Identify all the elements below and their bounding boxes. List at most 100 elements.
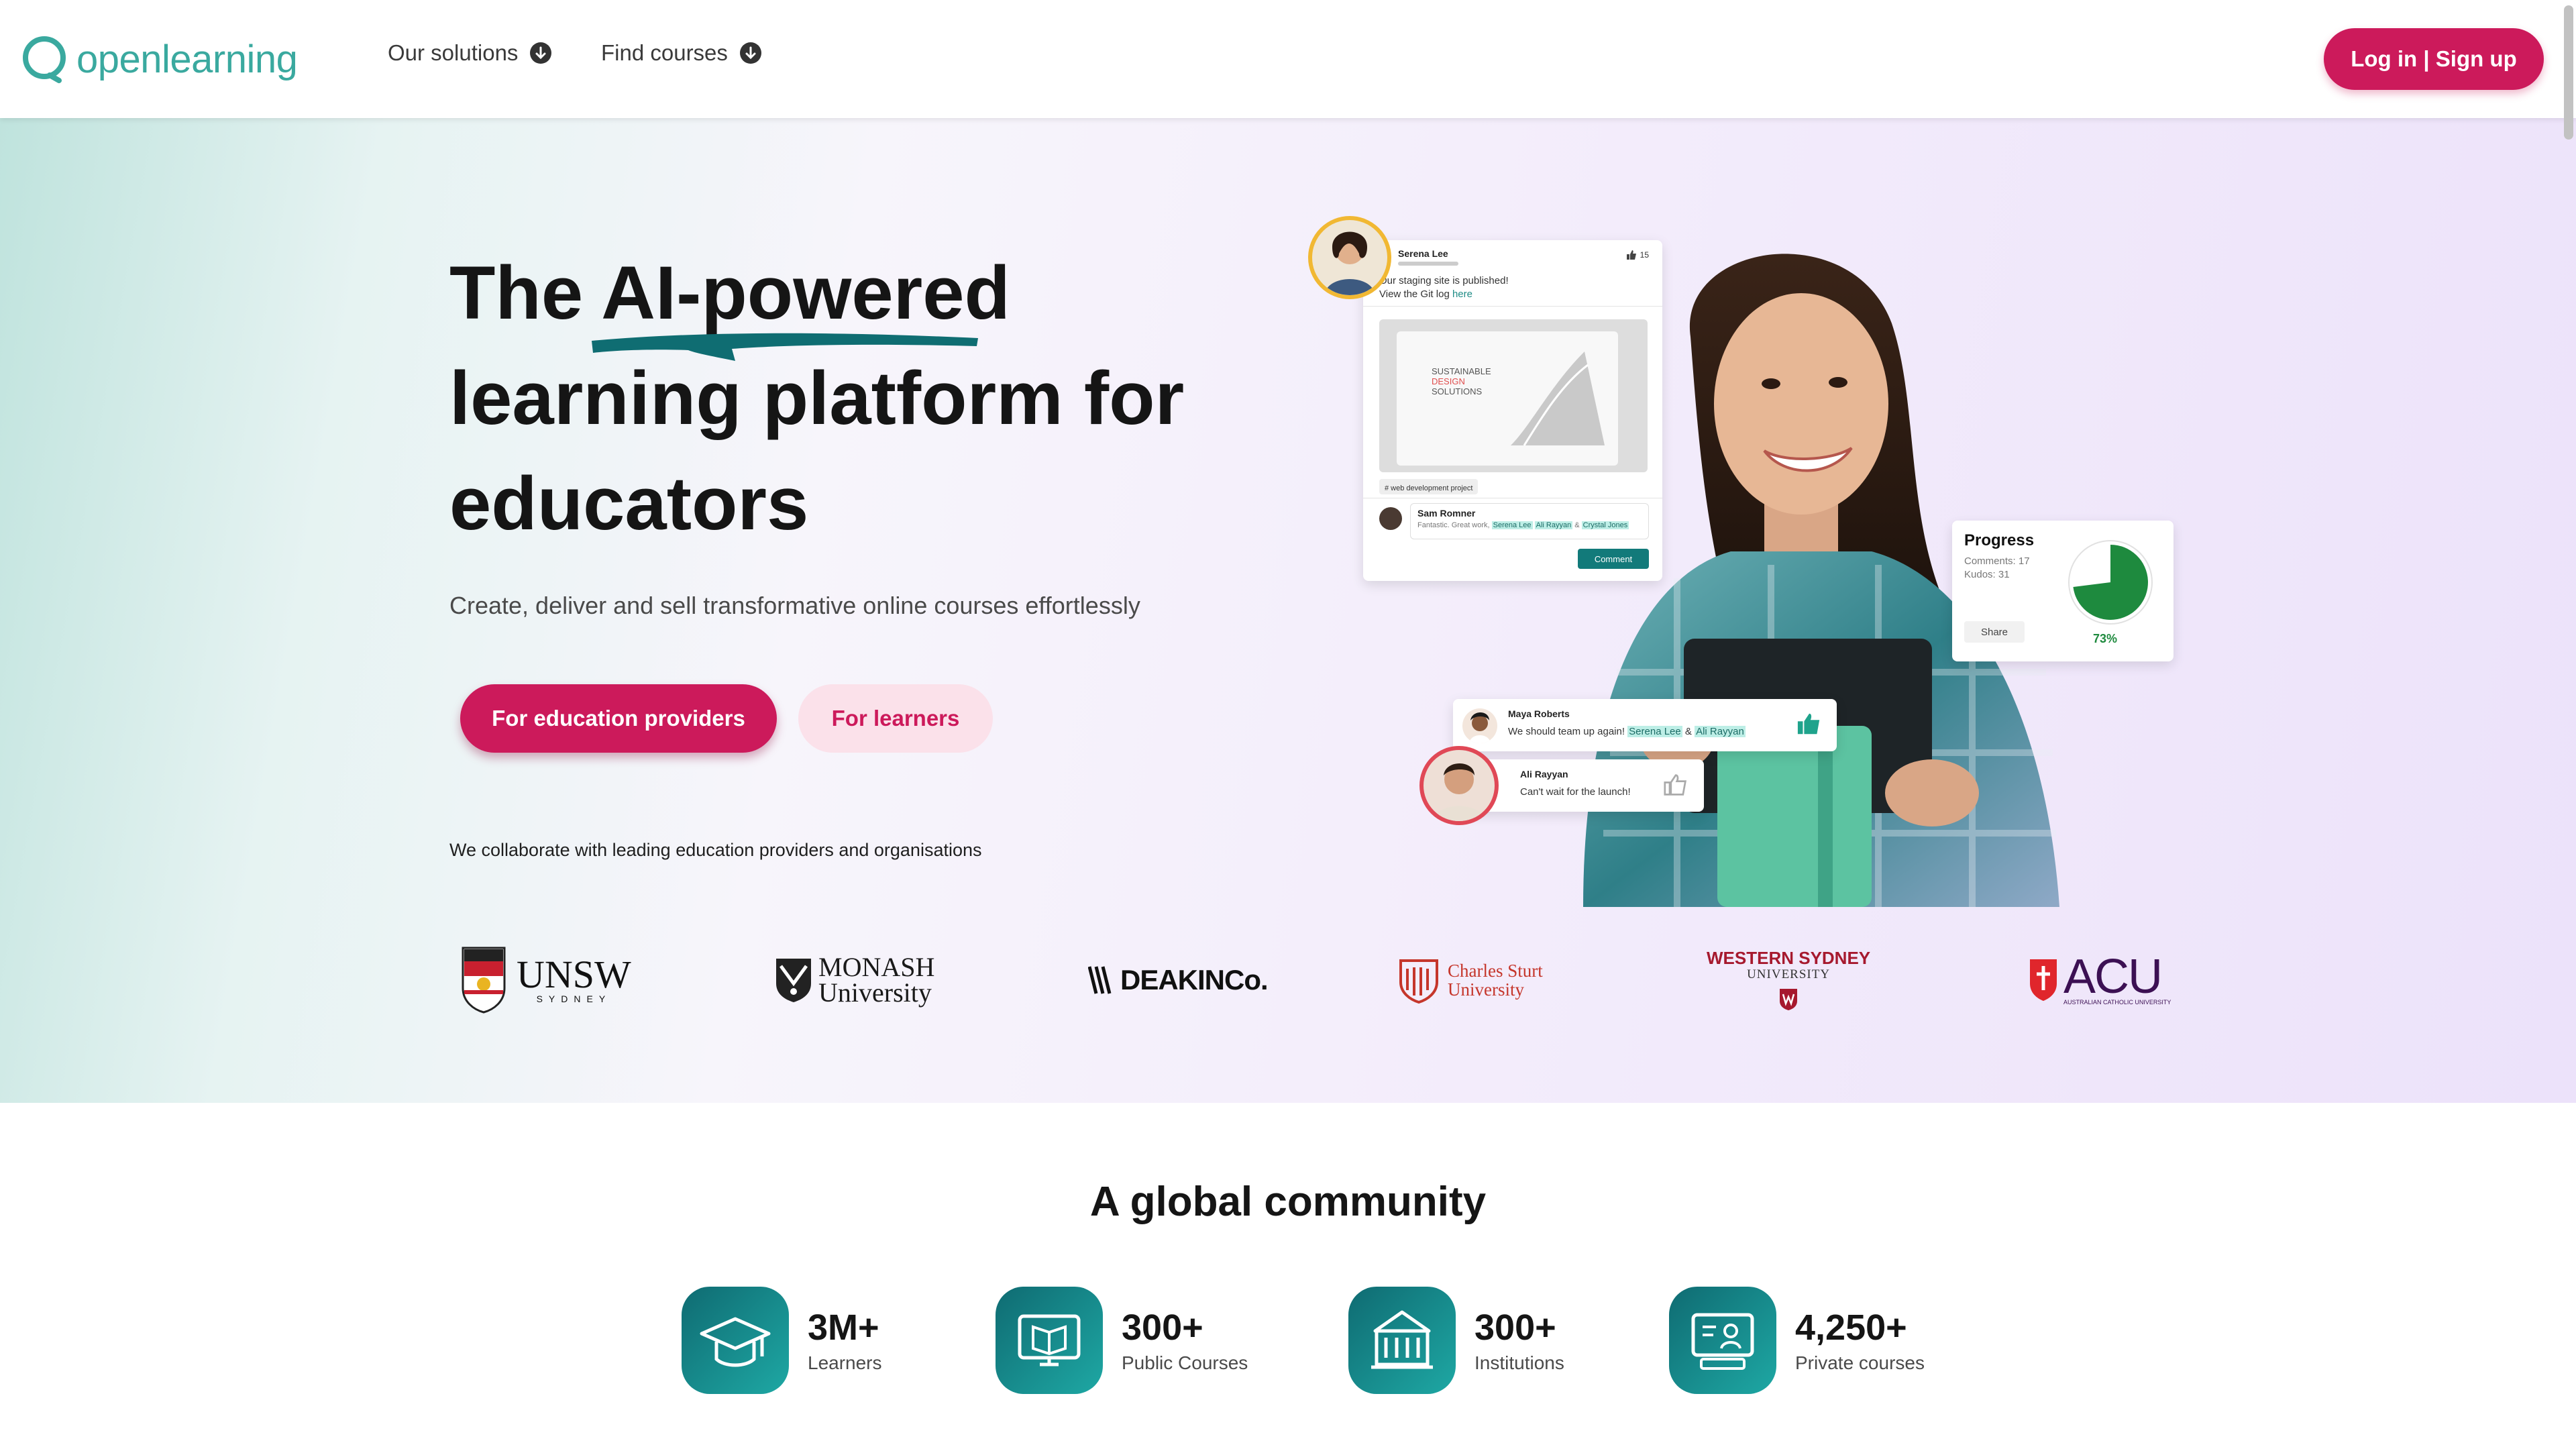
maya-avatar [1462, 708, 1497, 743]
nav-find-courses[interactable]: Find courses [601, 40, 761, 66]
post-likes-count: 15 [1640, 250, 1649, 260]
post-likes[interactable]: 15 [1625, 250, 1649, 260]
stat-value: 4,250+ [1795, 1307, 1907, 1348]
community-title: A global community [1089, 1179, 1487, 1225]
chevron-down-icon [530, 42, 552, 64]
acu-logo[interactable]: ACU AUSTRALIAN CATHOLIC UNIVERSITY [2029, 943, 2171, 1017]
chevron-down-icon [739, 42, 761, 64]
stat-private-courses: 4,250+ Private courses [1669, 1285, 1925, 1395]
mention-ali[interactable]: Ali Rayyan [1695, 726, 1746, 737]
nav-our-solutions[interactable]: Our solutions [388, 40, 552, 66]
monash-logo[interactable]: MONASH University [774, 943, 934, 1017]
share-button[interactable]: Share [1964, 621, 2025, 643]
thumbs-up-outline-icon[interactable] [1664, 773, 1688, 797]
private-course-icon [1669, 1287, 1776, 1394]
western-sydney-logo[interactable]: WESTERN SYDNEY UNIVERSITY [1707, 943, 1870, 1017]
comment-box[interactable]: Sam Romner Fantastic. Great work, Serena… [1410, 503, 1649, 539]
acu-sub: AUSTRALIAN CATHOLIC UNIVERSITY [2063, 999, 2171, 1006]
login-signup-button[interactable]: Log in | Sign up [2324, 28, 2544, 90]
charles-sturt-name: Charles Sturt [1448, 961, 1543, 981]
hero-subtitle: Create, deliver and sell transformative … [449, 592, 1140, 619]
learners-button[interactable]: For learners [798, 684, 993, 753]
maya-name: Maya Roberts [1508, 708, 1570, 719]
progress-kudos: Kudos: 31 [1964, 569, 2010, 580]
hero-visual: Serena Lee 15 Our staging site is publis… [1301, 203, 2200, 907]
acu-shield-icon [2030, 959, 2057, 1001]
post-card: Serena Lee 15 Our staging site is publis… [1363, 240, 1662, 581]
stat-label: Learners [808, 1352, 882, 1373]
commenter-avatar [1379, 507, 1402, 530]
preview-line3: SOLUTIONS [1432, 386, 1483, 396]
post-link-prefix: View the Git log [1379, 288, 1452, 300]
serena-avatar [1308, 216, 1391, 299]
comment-text: Fantastic. Great work, Serena Lee Ali Ra… [1417, 521, 1629, 529]
nav-label: Our solutions [388, 40, 519, 65]
unsw-crest-icon [462, 947, 506, 1014]
mention-crystal[interactable]: Crystal Jones [1581, 521, 1629, 529]
amp: & [1682, 726, 1695, 737]
post-text-link-line: View the Git log here [1379, 288, 1472, 300]
unsw-name: UNSW [517, 953, 631, 996]
ali-avatar [1419, 746, 1499, 825]
stat-learners: 3M+ Learners [682, 1285, 882, 1395]
charles-sturt-logo[interactable]: Charles Sturt University [1398, 943, 1543, 1017]
project-preview-image[interactable]: SUSTAINABLE DESIGN SOLUTIONS [1379, 319, 1648, 472]
post-meta-bar [1398, 262, 1458, 266]
deakin-name: DEAKINCo. [1120, 964, 1269, 996]
title-highlight: AI-powered [601, 251, 1010, 335]
graduation-cap-icon [682, 1287, 789, 1394]
acu-name: ACU [2063, 950, 2163, 1004]
stat-value: 300+ [1122, 1307, 1203, 1348]
preview-line1: SUSTAINABLE [1432, 366, 1491, 376]
logo-text: openlearning [76, 37, 298, 81]
stat-value: 3M+ [808, 1307, 879, 1348]
commenter-name: Sam Romner [1417, 508, 1476, 519]
stat-label: Private courses [1795, 1352, 1925, 1373]
thumbs-up-icon[interactable] [1796, 711, 1822, 737]
nav-label: Find courses [601, 40, 728, 65]
unsw-logo[interactable]: UNSW SYDNEY [460, 943, 631, 1017]
site-header: openlearning Our solutions Find courses … [0, 0, 2576, 118]
education-providers-button[interactable]: For education providers [460, 684, 777, 753]
stat-institutions: 300+ Institutions [1348, 1285, 1564, 1395]
preview-line2: DESIGN [1432, 376, 1465, 386]
building-icon [1348, 1287, 1456, 1394]
maya-message: We should team up again! Serena Lee & Al… [1508, 726, 1746, 737]
title-line3: educators [449, 462, 809, 545]
monitor-book-icon [996, 1287, 1103, 1394]
deakinco-logo[interactable]: DEAKINCo. [1088, 943, 1269, 1017]
git-log-link[interactable]: here [1452, 288, 1472, 300]
wsu-sub: UNIVERSITY [1747, 967, 1831, 981]
progress-card: Progress Comments: 17 Kudos: 31 Share 73… [1952, 521, 2174, 661]
project-tag[interactable]: # web development project [1379, 479, 1479, 494]
progress-title: Progress [1964, 531, 2035, 549]
ali-name: Ali Rayyan [1520, 769, 1568, 780]
deakin-mark-icon [1088, 966, 1112, 994]
stat-label: Public Courses [1122, 1352, 1248, 1373]
title-prefix: The [449, 251, 602, 335]
monash-crest-icon [776, 959, 811, 1002]
architecture-icon [1511, 352, 1605, 446]
hero-title: The AI-powered learning platform for edu… [449, 240, 1228, 556]
mention-serena[interactable]: Serena Lee [1627, 726, 1682, 737]
maya-text: We should team up again! [1508, 726, 1628, 737]
charles-sturt-sub: University [1448, 979, 1524, 1000]
post-author: Serena Lee [1398, 248, 1448, 259]
underline-swoosh-icon [592, 333, 978, 361]
post-text: Our staging site is published! [1379, 275, 1509, 286]
logo-mark-icon [20, 35, 68, 83]
monash-sub: University [818, 977, 932, 1008]
comment-prefix: Fantastic. Great work, [1417, 521, 1492, 529]
openlearning-logo[interactable]: openlearning [20, 32, 298, 86]
mention-serena[interactable]: Serena Lee [1491, 521, 1533, 529]
thumbs-up-icon [1626, 250, 1636, 260]
scrollbar-thumb[interactable] [2564, 5, 2573, 140]
project-tag-label: # web development project [1385, 484, 1473, 492]
stat-value: 300+ [1474, 1307, 1556, 1348]
comment-button[interactable]: Comment [1578, 549, 1649, 569]
stat-label: Institutions [1474, 1352, 1564, 1373]
monash-name: MONASH [818, 952, 935, 982]
mention-ali[interactable]: Ali Rayyan [1534, 521, 1573, 529]
progress-comments: Comments: 17 [1964, 555, 2030, 567]
chat-bubble-maya: Maya Roberts We should team up again! Se… [1453, 699, 1837, 751]
